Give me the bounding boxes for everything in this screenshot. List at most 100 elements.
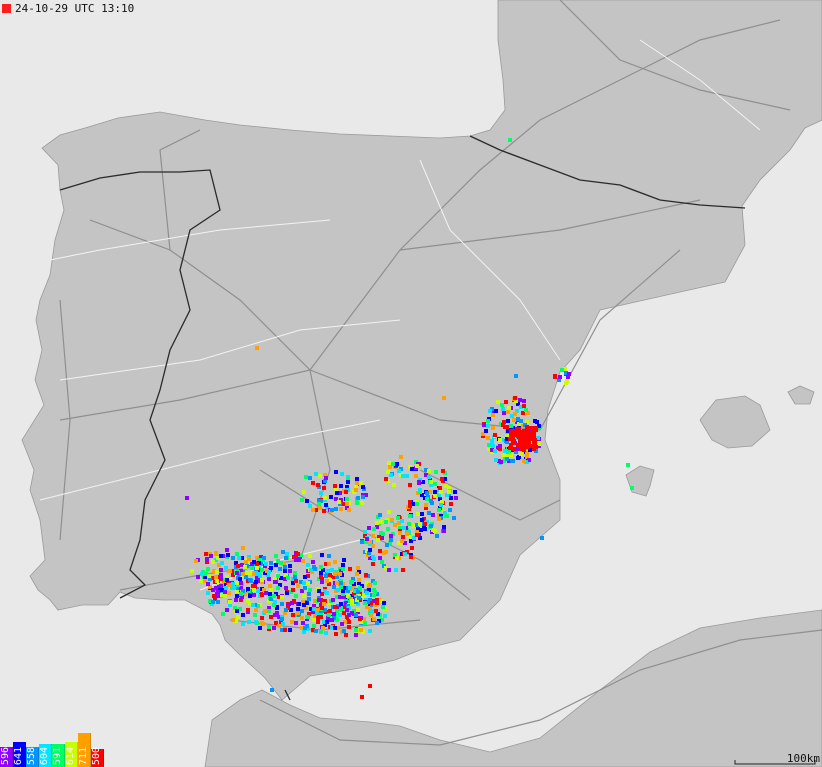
- lightning-strike-marker: [296, 552, 300, 556]
- lightning-strike-marker: [387, 510, 391, 514]
- lightning-strike-marker: [248, 594, 252, 598]
- lightning-strike-marker: [333, 626, 337, 630]
- lightning-strike-marker: [279, 561, 283, 565]
- lightning-strike-marker: [330, 618, 334, 622]
- lightning-strike-marker: [514, 374, 518, 378]
- lightning-strike-marker: [330, 568, 334, 572]
- lightning-strike-marker: [311, 508, 315, 512]
- lightning-strike-marker: [280, 617, 284, 621]
- lightning-strike-marker: [320, 606, 324, 610]
- lightning-strike-marker: [345, 502, 349, 506]
- lightning-strike-marker: [319, 491, 323, 495]
- lightning-strike-marker: [418, 522, 422, 526]
- lightning-strike-marker: [246, 608, 250, 612]
- lightning-strike-marker: [392, 483, 396, 487]
- lightning-strike-marker: [420, 518, 424, 522]
- lightning-strike-marker: [417, 480, 421, 484]
- lightning-strike-marker: [385, 543, 389, 547]
- lightning-strike-marker: [356, 590, 360, 594]
- lightning-strike-marker: [630, 486, 634, 490]
- lightning-strike-marker: [185, 496, 189, 500]
- lightning-strike-marker: [241, 546, 245, 550]
- lightning-strike-marker: [334, 632, 338, 636]
- lightning-strike-marker: [303, 586, 307, 590]
- lightning-strike-marker: [502, 453, 506, 457]
- lightning-strike-marker: [342, 629, 346, 633]
- lightning-strike-marker: [529, 437, 533, 441]
- lightning-strike-marker: [286, 576, 290, 580]
- lightning-strike-marker: [239, 581, 243, 585]
- lightning-strike-marker: [509, 453, 513, 457]
- lightning-strike-marker: [216, 600, 220, 604]
- lightning-strike-marker: [486, 419, 490, 423]
- lightning-strike-marker: [272, 594, 276, 598]
- lightning-strike-marker: [424, 503, 428, 507]
- lightning-strike-marker: [225, 608, 229, 612]
- lightning-strike-marker: [328, 573, 332, 577]
- lightning-strike-marker: [339, 581, 343, 585]
- lightning-strike-marker: [314, 472, 318, 476]
- lightning-strike-marker: [280, 595, 284, 599]
- lightning-strike-marker: [251, 603, 255, 607]
- lightning-strike-marker: [238, 577, 242, 581]
- lightning-strike-marker: [361, 495, 365, 499]
- lightning-strike-marker: [258, 626, 262, 630]
- lightning-strike-marker: [401, 474, 405, 478]
- lightning-strike-marker: [387, 461, 391, 465]
- legend-bar: 591: [52, 744, 65, 767]
- lightning-strike-marker: [219, 554, 223, 558]
- lightning-strike-marker: [442, 396, 446, 400]
- lightning-strike-marker: [371, 534, 375, 538]
- lightning-strike-marker: [363, 601, 367, 605]
- lightning-strike-marker: [375, 521, 379, 525]
- lightning-strike-marker: [433, 482, 437, 486]
- lightning-strike-marker: [348, 567, 352, 571]
- lightning-strike-marker: [260, 616, 264, 620]
- legend-bar: 500: [91, 747, 104, 767]
- lightning-strike-marker: [368, 629, 372, 633]
- lightning-strike-marker: [347, 613, 351, 617]
- legend-bar-label: 591: [52, 746, 63, 765]
- lightning-strike-marker: [347, 508, 351, 512]
- lightning-strike-marker: [194, 559, 198, 563]
- lightning-strike-marker: [374, 609, 378, 613]
- lightning-strike-marker: [285, 591, 289, 595]
- lightning-strike-marker: [302, 630, 306, 634]
- lightning-strike-marker: [386, 470, 390, 474]
- lightning-strike-marker: [321, 626, 325, 630]
- lightning-strike-marker: [510, 414, 514, 418]
- map-canvas[interactable]: [0, 0, 822, 767]
- lightning-strike-marker: [305, 601, 309, 605]
- lightning-strike-marker: [322, 602, 326, 606]
- lightning-strike-marker: [328, 609, 332, 613]
- lightning-strike-marker: [452, 516, 456, 520]
- lightning-strike-marker: [305, 499, 309, 503]
- legend-bar: 711: [78, 733, 91, 767]
- lightning-strike-marker: [493, 449, 497, 453]
- lightning-strike-marker: [533, 426, 537, 430]
- lightning-strike-marker: [335, 491, 339, 495]
- lightning-strike-marker: [250, 566, 254, 570]
- lightning-strike-marker: [394, 568, 398, 572]
- lightning-strike-marker: [420, 512, 424, 516]
- lightning-strike-marker: [304, 475, 308, 479]
- lightning-strike-marker: [566, 375, 570, 379]
- lightning-strike-marker: [235, 581, 239, 585]
- lightning-strike-marker: [288, 569, 292, 573]
- lightning-strike-marker: [371, 562, 375, 566]
- lightning-strike-marker: [441, 469, 445, 473]
- lightning-strike-marker: [224, 566, 228, 570]
- lightning-strike-marker: [408, 483, 412, 487]
- lightning-strike-marker: [438, 486, 442, 490]
- lightning-strike-marker: [255, 566, 259, 570]
- lightning-strike-marker: [400, 539, 404, 543]
- lightning-strike-marker: [425, 491, 429, 495]
- lightning-strike-marker: [402, 526, 406, 530]
- lightning-strike-marker: [375, 601, 379, 605]
- lightning-strike-marker: [347, 620, 351, 624]
- lightning-strike-marker: [486, 436, 490, 440]
- lightning-strike-marker: [317, 502, 321, 506]
- lightning-strike-marker: [439, 503, 443, 507]
- lightning-strike-marker: [486, 424, 490, 428]
- timestamp-marker-icon: [2, 3, 11, 13]
